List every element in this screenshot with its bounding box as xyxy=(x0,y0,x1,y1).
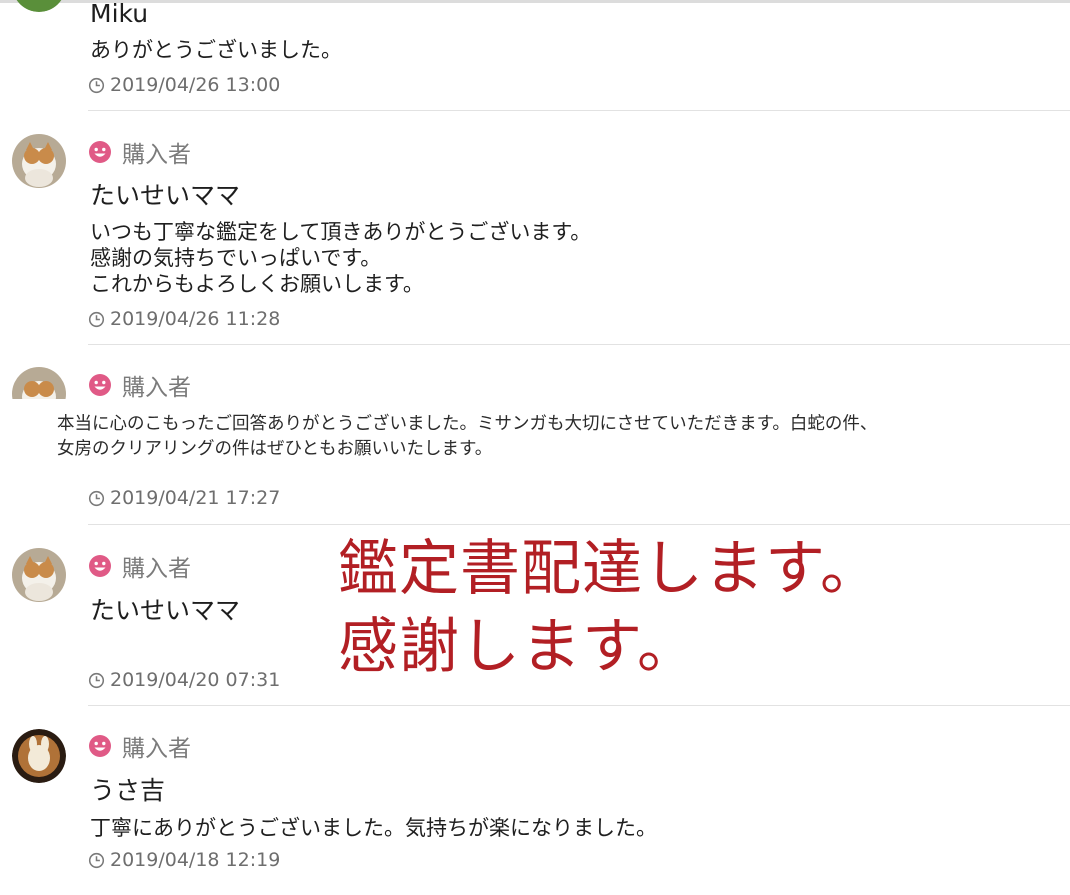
buyer-badge: 購入者 xyxy=(88,731,191,762)
comment-text-line: 感謝の気持ちでいっぱいです。 xyxy=(90,246,382,270)
clock-icon xyxy=(88,311,105,327)
comment-text-line: 本当に心のこもったご回答ありがとうございました。ミサンガも大切にさせていただきま… xyxy=(57,414,878,434)
username[interactable]: たいせいママ xyxy=(90,176,240,212)
buyer-badge: 購入者 xyxy=(88,137,191,168)
avatar[interactable] xyxy=(12,134,66,188)
comment-text-line: 女房のクリアリングの件はぜひともお願いいたします。 xyxy=(57,439,493,459)
smiley-face-icon xyxy=(89,555,111,577)
overlay-text-line: 感謝します。 xyxy=(338,612,698,682)
clock-icon xyxy=(88,77,105,93)
comment-timestamp: 2019/04/18 12:19 xyxy=(88,848,280,872)
smiley-face-icon xyxy=(89,374,111,396)
divider xyxy=(88,110,1070,111)
clock-icon xyxy=(88,852,105,868)
username[interactable]: うさ吉 xyxy=(90,771,165,807)
username[interactable]: たいせいママ xyxy=(90,591,240,627)
comment-timestamp: 2019/04/26 13:00 xyxy=(88,73,280,97)
comment-text: ありがとうございました。 xyxy=(90,38,342,62)
comment-text-line: いつも丁寧な鑑定をして頂きありがとうございます。 xyxy=(90,220,592,244)
buyer-badge: 購入者 xyxy=(88,551,191,582)
top-border xyxy=(0,0,1070,3)
smiley-face-icon xyxy=(89,141,111,163)
clock-icon xyxy=(88,672,105,688)
smiley-face-icon xyxy=(89,735,111,757)
comment-timestamp: 2019/04/26 11:28 xyxy=(88,307,280,331)
divider xyxy=(88,344,1070,345)
avatar[interactable] xyxy=(12,729,66,783)
buyer-badge: 購入者 xyxy=(88,370,191,401)
avatar[interactable] xyxy=(12,0,66,12)
comment-text: 丁寧にありがとうございました。気持ちが楽になりました。 xyxy=(90,816,657,840)
username[interactable]: Miku xyxy=(90,0,148,28)
divider xyxy=(88,524,1070,525)
overlay-text-line: 鑑定書配達します。 xyxy=(338,534,881,604)
comment-timestamp: 2019/04/20 07:31 xyxy=(88,668,280,692)
comment-timestamp: 2019/04/21 17:27 xyxy=(88,486,280,510)
clock-icon xyxy=(88,490,105,506)
avatar[interactable] xyxy=(12,548,66,602)
divider xyxy=(88,705,1070,706)
comment-text-line: これからもよろしくお願いします。 xyxy=(90,272,424,296)
